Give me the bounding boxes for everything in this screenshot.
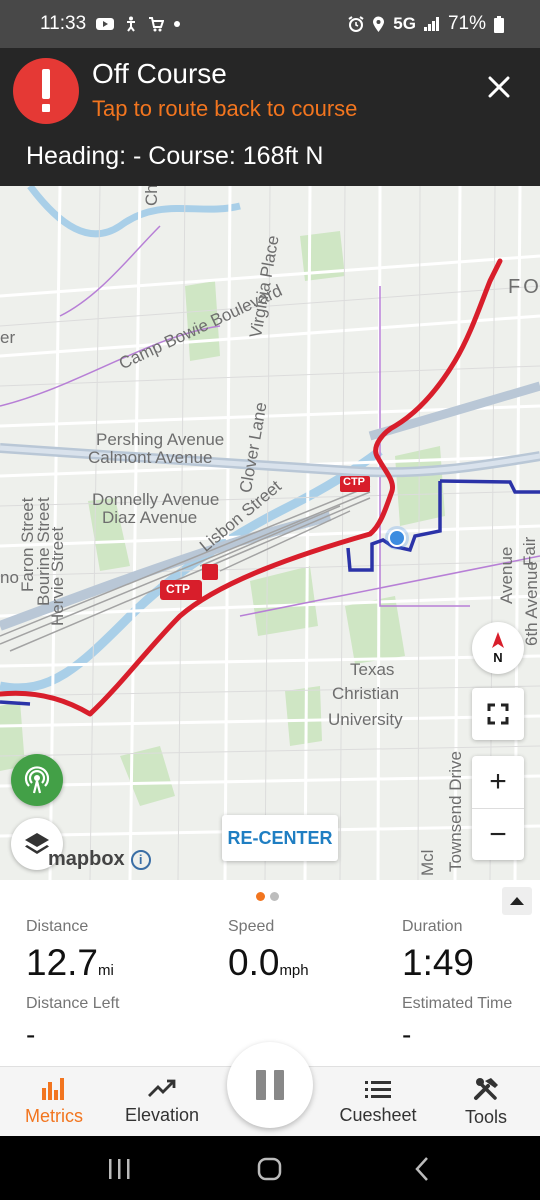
tab-label: Cuesheet xyxy=(339,1104,417,1125)
metric-value: 1:49 xyxy=(402,942,475,983)
signal-icon xyxy=(423,17,440,31)
clock: 11:33 xyxy=(40,13,87,34)
location-icon xyxy=(372,16,385,33)
district-label: FO xyxy=(508,276,540,298)
street-label: Fair xyxy=(520,536,539,566)
tab-label: Elevation xyxy=(124,1104,200,1125)
street-label: Mcl xyxy=(418,849,437,876)
system-nav-bar xyxy=(0,1136,540,1200)
banner-title: Off Course xyxy=(92,58,227,89)
bar-chart-icon xyxy=(42,1077,64,1100)
back-icon[interactable] xyxy=(415,1157,428,1181)
metric-speed: Speed 0.0mph xyxy=(228,918,309,984)
live-track-button[interactable] xyxy=(11,754,63,806)
recenter-button[interactable]: RE-CENTER xyxy=(222,815,338,861)
alarm-icon xyxy=(348,16,364,32)
youtube-icon xyxy=(96,17,115,31)
street-label: Pershing Avenue xyxy=(96,430,225,449)
tab-metrics[interactable]: Metrics xyxy=(0,1067,108,1137)
metric-distance: Distance 12.7mi xyxy=(26,918,114,984)
notification-dot-icon xyxy=(174,21,181,27)
street-label: Calmont Avenue xyxy=(88,448,213,467)
transit-label: CTP xyxy=(343,476,365,488)
metric-value: 12.7mi xyxy=(26,942,114,983)
tab-tools[interactable]: Tools xyxy=(432,1067,540,1137)
campus-label: Christian xyxy=(332,684,400,703)
street-label: 6th Avenue xyxy=(522,561,540,646)
heading-course-readout: Heading: - Course: 168ft N xyxy=(26,142,324,170)
metric-distance-left: Distance Left - xyxy=(26,995,119,1051)
off-course-banner[interactable]: Off Course Tap to route back to course H… xyxy=(0,48,540,186)
metric-label: Distance xyxy=(26,918,89,935)
mapbox-logo: mapbox xyxy=(48,848,125,870)
status-bar: 11:33 5G 71% xyxy=(0,0,540,48)
chevron-up-icon xyxy=(510,897,524,905)
zoom-out-button[interactable]: − xyxy=(472,809,524,861)
home-icon[interactable] xyxy=(257,1157,282,1181)
metrics-panel: Distance 12.7mi Speed 0.0mph Duration 1:… xyxy=(0,880,540,1066)
pause-icon xyxy=(274,1070,284,1100)
broadcast-icon xyxy=(24,766,50,794)
metric-label: Speed xyxy=(228,918,275,935)
mapbox-attribution[interactable]: mapbox i xyxy=(48,848,151,871)
pause-button[interactable] xyxy=(227,1042,313,1128)
campus-label: Texas xyxy=(350,660,395,679)
network-label: 5G xyxy=(393,14,416,33)
metric-label: Distance Left xyxy=(26,995,120,1012)
layers-icon xyxy=(25,833,49,854)
compass-label: N xyxy=(493,649,503,665)
street-label: Diaz Avenue xyxy=(102,508,198,527)
pause-icon xyxy=(256,1070,266,1100)
cart-icon xyxy=(148,16,165,32)
collapse-panel-button[interactable] xyxy=(502,887,532,915)
fullscreen-button[interactable] xyxy=(472,688,524,740)
recent-apps-icon[interactable] xyxy=(109,1159,130,1179)
list-icon xyxy=(365,1080,391,1098)
tools-icon xyxy=(474,1077,498,1100)
zoom-controls: + − xyxy=(472,756,524,860)
street-label: er xyxy=(0,328,16,347)
tab-cuesheet[interactable]: Cuesheet xyxy=(324,1067,432,1137)
map-view[interactable]: Camp Bowie Boulevard Virginia Place Pers… xyxy=(0,186,540,880)
transit-label: CTP xyxy=(166,582,190,596)
metric-label: Duration xyxy=(402,918,463,935)
battery-percent: 71% xyxy=(447,13,486,34)
metric-label: Estimated Time xyxy=(402,995,513,1012)
close-icon[interactable] xyxy=(484,72,514,102)
campus-label: University xyxy=(328,710,403,729)
compass-button[interactable]: N xyxy=(472,622,524,674)
fullscreen-icon xyxy=(487,703,509,725)
street-label: Avenue xyxy=(497,546,516,604)
compass-needle-icon xyxy=(492,631,504,648)
battery-icon xyxy=(494,15,504,33)
street-label: Hervie Street xyxy=(48,526,67,626)
zoom-in-button[interactable]: + xyxy=(472,756,524,808)
street-label: Donnelly Avenue xyxy=(92,490,220,509)
street-label: no xyxy=(0,568,19,587)
alert-icon xyxy=(13,58,79,124)
reroute-link[interactable]: Tap to route back to course xyxy=(92,96,357,122)
metric-value: - xyxy=(26,1019,36,1050)
street-label: Ch xyxy=(142,186,161,206)
info-icon[interactable]: i xyxy=(130,849,151,870)
page-dot xyxy=(256,892,265,901)
metric-value: 0.0mph xyxy=(228,942,309,983)
page-dot xyxy=(270,892,279,901)
tab-label: Tools xyxy=(464,1106,508,1127)
metric-estimated-time: Estimated Time - xyxy=(402,995,512,1051)
trending-up-icon xyxy=(148,1079,176,1097)
accessibility-icon xyxy=(124,16,138,32)
tab-elevation[interactable]: Elevation xyxy=(108,1067,216,1137)
street-label: Townsend Drive xyxy=(446,751,465,872)
metric-value: - xyxy=(402,1019,412,1050)
page-indicator xyxy=(256,892,279,901)
tab-label: Metrics xyxy=(25,1105,83,1126)
metric-duration: Duration 1:49 xyxy=(402,918,474,984)
